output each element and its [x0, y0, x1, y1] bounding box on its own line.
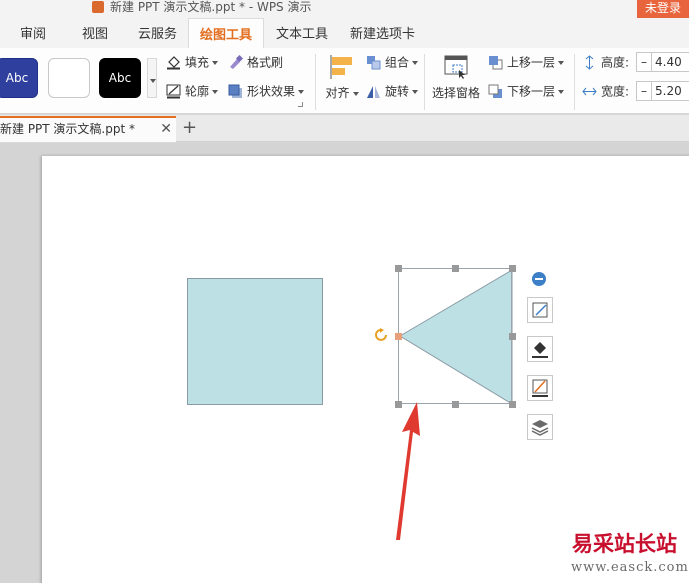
shape-style-white[interactable]	[48, 58, 90, 98]
tab-new[interactable]: 新建选项卡	[350, 18, 415, 48]
height-icon	[582, 55, 597, 70]
resize-handle-top-right[interactable]	[509, 265, 516, 272]
document-tab-strip: 新建 PPT 演示文稿.ppt * ✕ +	[0, 115, 689, 142]
width-decrease-button[interactable]: –	[637, 82, 652, 100]
ribbon-separator	[424, 54, 425, 110]
shape-effect-button[interactable]: 形状效果	[228, 81, 305, 101]
selection-pane-icon	[443, 54, 469, 80]
tab-cloud[interactable]: 云服务	[138, 18, 177, 48]
rotate-button[interactable]: 旋转	[366, 81, 419, 101]
watermark-logo: 易采站长站	[572, 531, 677, 556]
group-button[interactable]: 组合	[366, 52, 419, 72]
fill-bucket-icon	[532, 342, 548, 358]
float-fill-button[interactable]	[527, 336, 553, 362]
tab-review[interactable]: 审阅	[20, 18, 46, 48]
height-decrease-button[interactable]: –	[637, 53, 652, 71]
outline-button[interactable]: 轮廓	[166, 81, 219, 101]
shape-effect-icon	[228, 84, 243, 99]
shape-style-black[interactable]: Abc	[99, 58, 141, 98]
resize-handle-top[interactable]	[452, 265, 459, 272]
ppt-file-icon	[92, 1, 104, 13]
slide-canvas[interactable]	[42, 156, 689, 583]
ribbon-tab-bar: 审阅 视图 云服务 绘图工具 文本工具 新建选项卡	[0, 18, 689, 48]
send-backward-icon	[488, 84, 503, 99]
align-button[interactable]: 对齐	[318, 54, 366, 101]
rotate-icon	[366, 84, 381, 99]
float-layer-button[interactable]	[527, 414, 553, 440]
tab-drawing-tools[interactable]: 绘图工具	[188, 18, 264, 48]
fill-bucket-icon	[166, 55, 181, 70]
window-title: 新建 PPT 演示文稿.ppt * - WPS 演示	[110, 0, 312, 14]
resize-handle-bottom[interactable]	[452, 401, 459, 408]
outline-pen-icon	[532, 379, 548, 397]
add-tab-icon[interactable]: +	[182, 115, 197, 141]
ribbon-panel: Abc Abc 填充 格式刷 轮廓 形状效果 对齐 组合 旋转 选择窗格 上移一…	[0, 48, 689, 114]
layers-icon	[531, 420, 549, 436]
height-label: 高度:	[582, 52, 629, 72]
width-label: 宽度:	[582, 81, 629, 101]
height-input[interactable]: –4.40	[636, 52, 689, 72]
shape-style-blue[interactable]: Abc	[0, 58, 38, 98]
format-painter-button[interactable]: 格式刷	[228, 52, 283, 72]
edit-shape-icon	[532, 302, 548, 318]
group-icon	[366, 55, 381, 70]
ribbon-separator	[315, 54, 316, 110]
resize-handle-top-left[interactable]	[395, 265, 402, 272]
title-bar: 新建 PPT 演示文稿.ppt * - WPS 演示 未登录	[0, 0, 689, 18]
rotate-handle-icon[interactable]	[374, 327, 390, 343]
format-painter-icon	[228, 54, 244, 70]
document-tab[interactable]: 新建 PPT 演示文稿.ppt * ✕	[0, 116, 176, 142]
send-backward-button[interactable]: 下移一层	[488, 81, 565, 101]
dialog-launcher-icon[interactable]	[298, 102, 303, 107]
bring-forward-button[interactable]: 上移一层	[488, 52, 565, 72]
outline-pen-icon	[166, 84, 181, 99]
rectangle-shape[interactable]	[187, 278, 323, 405]
bring-forward-icon	[488, 55, 503, 70]
shape-style-more-button[interactable]	[147, 58, 157, 98]
selection-pane-button[interactable]: 选择窗格	[432, 54, 480, 101]
float-edit-shape-button[interactable]	[527, 297, 553, 323]
resize-handle-bottom-right[interactable]	[509, 401, 516, 408]
fill-button[interactable]: 填充	[166, 52, 219, 72]
close-tab-icon[interactable]: ✕	[160, 118, 172, 140]
ribbon-separator	[574, 54, 575, 110]
resize-handle-right[interactable]	[509, 333, 516, 340]
watermark-url: www.easck.com	[571, 560, 689, 575]
width-icon	[582, 84, 597, 99]
collapse-toolbar-icon[interactable]	[532, 272, 546, 286]
resize-handle-left[interactable]	[395, 333, 402, 340]
float-outline-button[interactable]	[527, 375, 553, 401]
width-input[interactable]: –5.20	[636, 81, 689, 101]
align-icon	[329, 54, 355, 80]
tab-text-tools[interactable]: 文本工具	[276, 18, 328, 48]
login-button[interactable]: 未登录	[637, 0, 689, 18]
tab-view[interactable]: 视图	[82, 18, 108, 48]
selection-frame	[398, 268, 512, 404]
annotation-arrow-icon	[396, 402, 420, 540]
